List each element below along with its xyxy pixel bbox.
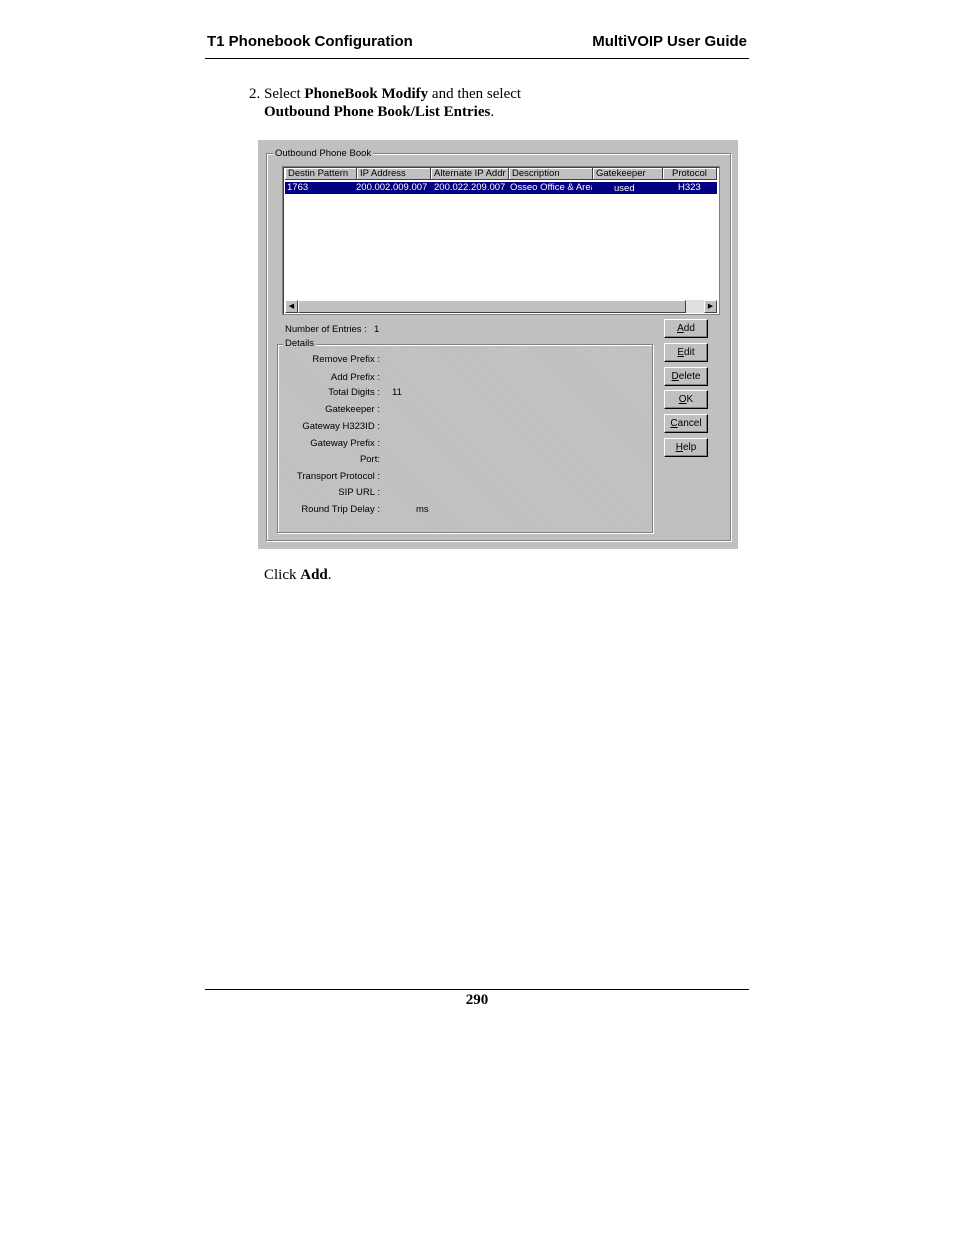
gateway-prefix-label: Gateway Prefix : [310,438,380,449]
after-prefix: Click [264,567,301,583]
cancel-button[interactable]: Cancel [664,414,708,433]
round-trip-delay-label: Round Trip Delay : [301,504,380,515]
total-digits-label: Total Digits : [328,387,380,398]
total-digits-value: 11 [392,387,402,398]
add-button[interactable]: Add [664,319,708,338]
help-label-rest: elp [682,442,697,453]
help-accel: H [675,442,683,453]
header-rule [205,58,749,59]
cell-protocol: H323 [678,182,701,193]
step-prefix: 2. Select [249,86,305,102]
after-instruction: Click Add. [264,567,332,584]
page-header-left: T1 Phonebook Configuration [207,33,413,50]
round-trip-delay-unit: ms [416,504,429,515]
step-middle: and then select [428,86,522,102]
add-accel: A [677,323,684,334]
gatekeeper-label: Gatekeeper : [325,404,380,415]
cell-alternate-ip: 200.022.209.007 [434,182,506,193]
scroll-right-arrow-icon[interactable]: ▶ [704,300,717,313]
column-header-alternate-ip[interactable]: Alternate IP Addr [431,168,509,180]
ok-accel: O [678,394,687,405]
step-menu: PhoneBook Modify [304,86,429,102]
column-header-gatekeeper[interactable]: Gatekeeper [593,168,663,180]
step-item: Outbound Phone Book/List Entries [264,104,491,120]
column-header-description[interactable]: Description [509,168,593,180]
cancel-accel: C [670,418,678,429]
add-prefix-label: Add Prefix : [330,372,380,383]
page-header-right: MultiVOIP User Guide [592,33,747,50]
instruction-step: 2. Select PhoneBook Modify and then sele… [249,85,521,121]
ok-button[interactable]: OK [664,390,708,409]
column-header-protocol[interactable]: Protocol [663,168,717,180]
delete-label-rest: elete [678,371,701,382]
step-suffix: . [490,104,495,120]
details-labels: Remove Prefix : Add Prefix : Total Digit… [258,140,380,549]
port-label: Port: [359,454,380,465]
gateway-h323id-label: Gateway H323ID : [302,421,380,432]
after-suffix: . [327,567,332,583]
after-bold: Add [300,567,328,583]
ok-label-rest: K [686,394,694,405]
phonebook-dialog: Outbound Phone Book Destin Pattern IP Ad… [258,140,738,549]
cell-description: Osseo Office & Area [510,182,592,193]
transport-protocol-label: Transport Protocol : [296,471,380,482]
add-label-rest: dd [683,323,695,334]
help-button[interactable]: Help [664,438,708,457]
page-number: 290 [465,992,489,1008]
remove-prefix-label: Remove Prefix : [312,354,380,365]
edit-button[interactable]: Edit [664,343,708,362]
edit-label-rest: dit [684,347,695,358]
cancel-label-rest: ancel [677,418,702,429]
sip-url-label: SIP URL : [338,487,380,498]
delete-button[interactable]: Delete [664,367,708,386]
delete-accel: D [671,371,679,382]
footer-rule [205,989,749,990]
cell-gatekeeper: used [614,183,635,194]
